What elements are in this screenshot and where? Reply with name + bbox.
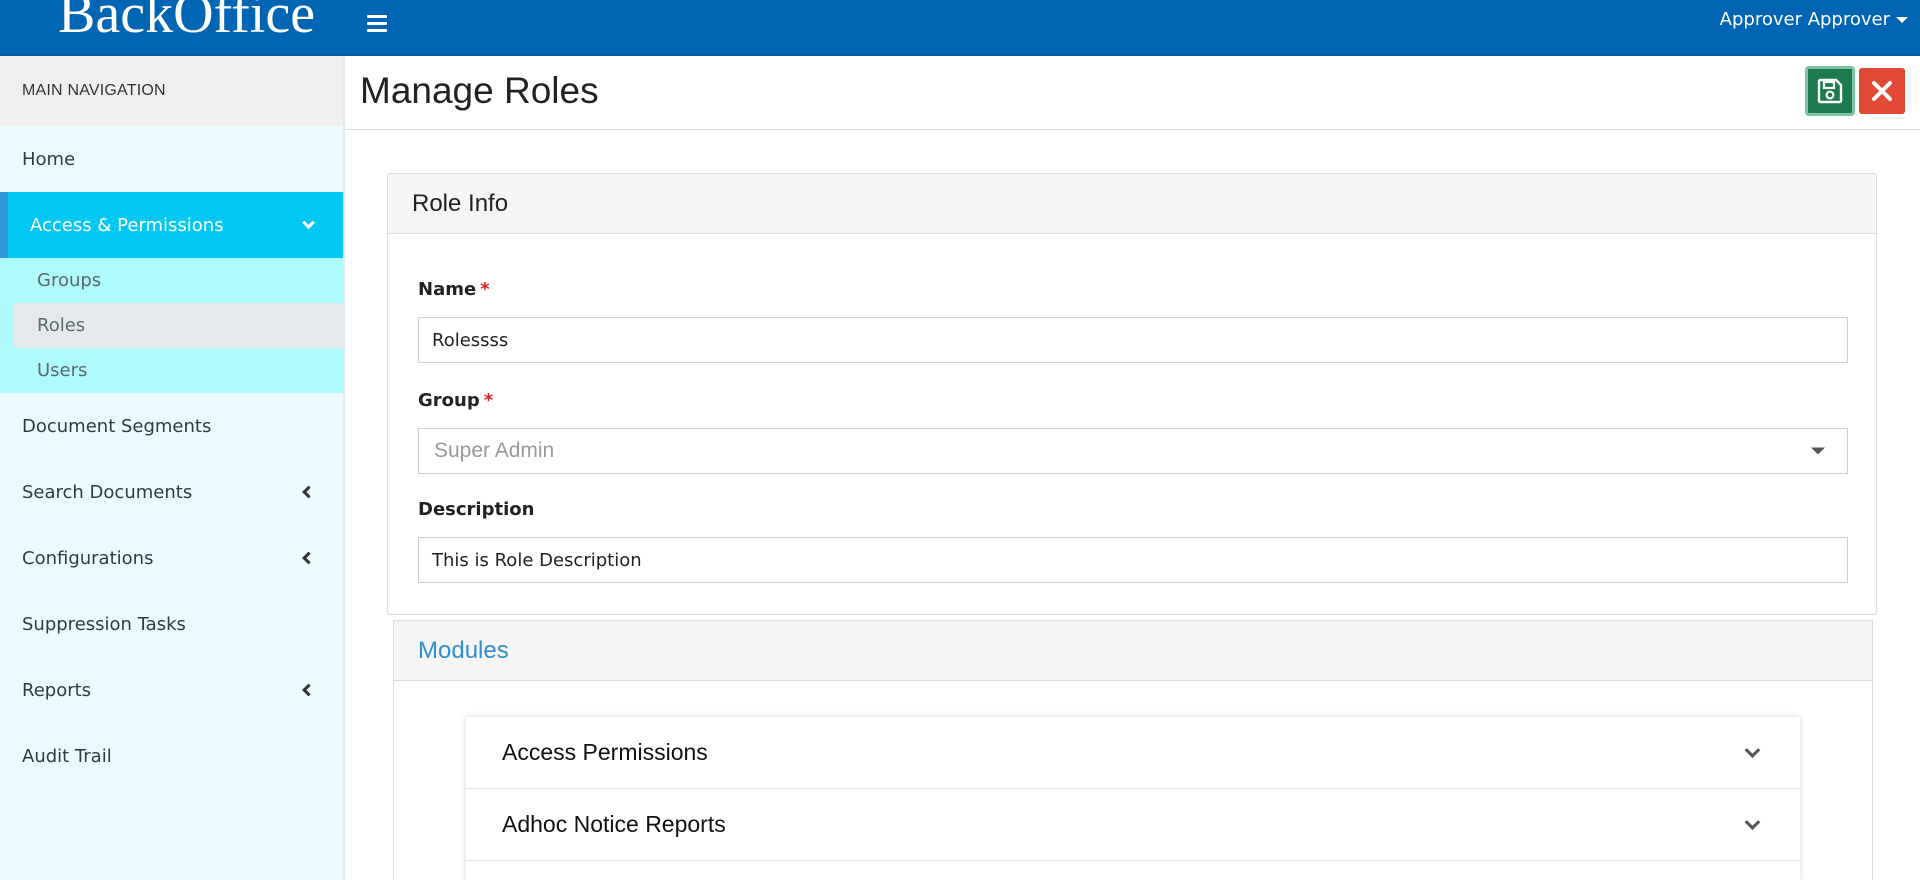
required-marker: *	[483, 390, 494, 411]
group-label: Group *	[418, 390, 493, 411]
description-label-text: Description	[418, 499, 535, 520]
page-header: Manage Roles	[345, 56, 1920, 130]
brand-logo[interactable]: BackOffice	[58, 0, 315, 42]
description-label: Description	[418, 499, 534, 520]
sidebar-item-document-segments[interactable]: Document Segments	[0, 393, 343, 459]
close-button[interactable]	[1859, 68, 1905, 114]
main-content: Manage Roles Role Info Name * Rolessss Gr…	[345, 56, 1920, 880]
accordion-item-access-permissions[interactable]: Access Permissions	[466, 717, 1800, 789]
accordion-item-label: Adhoc Notice Reports	[502, 811, 726, 837]
caret-down-icon	[1811, 447, 1825, 455]
description-field[interactable]: This is Role Description	[418, 537, 1848, 583]
name-field-value: Rolessss	[432, 329, 509, 351]
sidebar-item-label: Suppression Tasks	[22, 613, 186, 635]
sidebar-subitem-label: Users	[37, 360, 88, 381]
caret-down-icon	[1896, 16, 1908, 23]
chevron-left-icon	[302, 683, 315, 697]
sidebar-item-label: Home	[22, 148, 76, 170]
sidebar-subitem-groups[interactable]: Groups	[0, 258, 343, 303]
modules-panel: Modules Access Permissions Adhoc Notice …	[393, 620, 1873, 880]
sidebar-item-label: Access & Permissions	[30, 214, 224, 236]
required-marker: *	[480, 279, 490, 300]
sidebar-item-reports[interactable]: Reports	[0, 657, 343, 723]
nav-section-title: MAIN NAVIGATION	[0, 56, 343, 126]
chevron-down-icon	[302, 216, 315, 230]
accordion-item-label: Access Permissions	[502, 739, 708, 765]
modules-title: Modules	[394, 621, 1872, 681]
sidebar-item-configurations[interactable]: Configurations	[0, 525, 343, 591]
modules-accordion: Access Permissions Adhoc Notice Reports	[466, 717, 1800, 880]
top-navbar: BackOffice Approver Approver	[0, 0, 1920, 56]
group-select[interactable]: Super Admin	[418, 428, 1848, 474]
sidebar-subitem-label: Roles	[37, 315, 86, 336]
group-label-text: Group	[418, 390, 480, 411]
sidebar-item-access-permissions[interactable]: Access & Permissions	[0, 192, 343, 258]
sidebar-subitem-roles[interactable]: Roles	[14, 303, 343, 348]
page-title: Manage Roles	[360, 70, 599, 111]
sidebar-item-audit-trail[interactable]: Audit Trail	[0, 723, 343, 789]
group-select-value: Super Admin	[434, 439, 555, 462]
name-label-text: Name	[418, 279, 477, 300]
name-label: Name *	[418, 279, 490, 300]
role-info-title: Role Info	[388, 174, 1876, 234]
chevron-left-icon	[302, 551, 315, 565]
description-field-value: This is Role Description	[432, 549, 642, 571]
user-name: Approver Approver	[1719, 9, 1890, 30]
sidebar-item-search-documents[interactable]: Search Documents	[0, 459, 343, 525]
chevron-down-icon	[1744, 813, 1761, 830]
sidebar-item-label: Audit Trail	[22, 745, 112, 767]
save-icon	[1817, 78, 1843, 104]
chevron-left-icon	[302, 485, 315, 499]
role-info-panel: Role Info Name * Rolessss Group * Super Ad…	[387, 173, 1877, 615]
sidebar-item-label: Search Documents	[22, 481, 193, 503]
sidebar-item-label: Document Segments	[22, 415, 212, 437]
sidebar-subitem-label: Groups	[37, 270, 102, 291]
save-button[interactable]	[1805, 66, 1855, 116]
sidebar-item-label: Configurations	[22, 547, 154, 569]
sidebar-item-label: Reports	[22, 679, 92, 701]
close-icon	[1872, 81, 1892, 101]
name-field[interactable]: Rolessss	[418, 317, 1848, 363]
access-permissions-submenu: Groups Roles Users	[0, 258, 343, 393]
sidebar-item-home[interactable]: Home	[0, 126, 343, 192]
accordion-item-adhoc-notice-reports[interactable]: Adhoc Notice Reports	[466, 789, 1800, 861]
user-menu[interactable]: Approver Approver	[1720, 9, 1908, 30]
sidebar: MAIN NAVIGATION Home Access & Permission…	[0, 56, 345, 880]
sidebar-subitem-users[interactable]: Users	[0, 348, 343, 393]
chevron-down-icon	[1744, 741, 1761, 758]
sidebar-item-suppression-tasks[interactable]: Suppression Tasks	[0, 591, 343, 657]
hamburger-menu-icon[interactable]	[362, 8, 392, 38]
